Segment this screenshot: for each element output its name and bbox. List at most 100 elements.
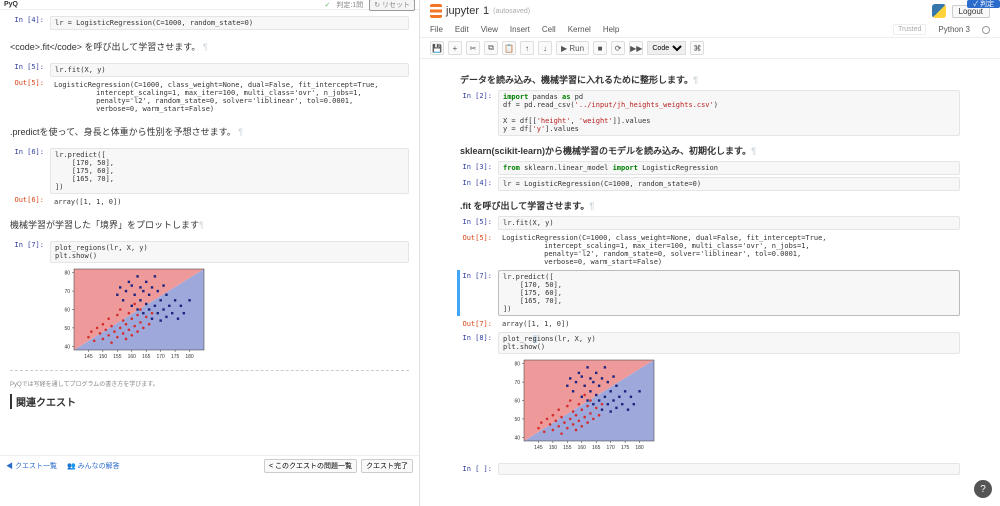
svg-text:160: 160 <box>578 445 587 451</box>
run-button[interactable]: ▶ Run <box>556 41 589 55</box>
save-button[interactable]: 💾 <box>430 41 444 55</box>
markdown-heading: データを読み込み、機械学習に入れるために整形します。¶ <box>460 73 960 86</box>
code-body[interactable] <box>498 463 960 475</box>
judge-button[interactable]: ✓ 判定 <box>967 0 1000 8</box>
menu-view[interactable]: View <box>481 25 498 34</box>
svg-text:40: 40 <box>64 344 70 350</box>
in-prompt: In [ ]: <box>460 463 498 475</box>
code-cell[interactable]: In [2]: import pandas as pd df = pd.read… <box>460 90 960 136</box>
code-body[interactable]: lr.predict([ [170, 50], [175, 60], [165,… <box>50 148 409 194</box>
code-body[interactable]: plot_regions(lr, X, y) plt.show() <box>50 241 409 263</box>
svg-text:155: 155 <box>113 354 122 360</box>
quest-list-link[interactable]: ◀ クエスト一覧 <box>6 461 57 471</box>
in-prompt: In [6]: <box>10 148 50 194</box>
out-prompt: Out[5]: <box>460 232 498 268</box>
prev-quest-button[interactable]: < このクエストの問題一覧 <box>264 459 357 473</box>
code-cell-selected[interactable]: In [7]: lr.predict([ [170, 50], [175, 60… <box>457 270 960 316</box>
reset-button[interactable]: ↻ リセット <box>369 0 415 11</box>
paste-button[interactable]: 📋 <box>502 41 516 55</box>
code-body[interactable]: lr = LogisticRegression(C=1000, random_s… <box>498 177 960 191</box>
plot-output: 1451501551601651701751804050607080 <box>56 267 206 362</box>
plot-output: 1451501551601651701751804050607080 <box>506 358 656 453</box>
menu-help[interactable]: Help <box>603 25 619 34</box>
in-prompt: In [7]: <box>460 270 498 316</box>
svg-text:70: 70 <box>514 380 520 386</box>
menu-cell[interactable]: Cell <box>542 25 556 34</box>
code-body[interactable]: lr.fit(X, y) <box>498 216 960 230</box>
svg-text:160: 160 <box>128 354 137 360</box>
jupyter-header: jupyter 1 (autosaved) Logout <box>420 0 1000 22</box>
code-body[interactable]: import pandas as pd df = pd.read_csv('..… <box>498 90 960 136</box>
svg-text:145: 145 <box>534 445 543 451</box>
out-prompt: Out[7]: <box>460 318 498 330</box>
pilcrow-icon: ¶ <box>238 127 243 137</box>
trusted-badge[interactable]: Trusted <box>893 24 926 35</box>
code-cell[interactable]: In [4]: lr = LogisticRegression(C=1000, … <box>10 16 409 30</box>
code-cell-empty[interactable]: In [ ]: <box>460 463 960 475</box>
menu-file[interactable]: File <box>430 25 443 34</box>
move-down-button[interactable]: ↓ <box>538 41 552 55</box>
run-all-button[interactable]: ▶▶ <box>629 41 643 55</box>
in-prompt: In [2]: <box>460 90 498 136</box>
code-body[interactable]: from sklearn.linear_model import Logisti… <box>498 161 960 175</box>
svg-text:155: 155 <box>563 445 572 451</box>
copy-button[interactable]: ⧉ <box>484 41 498 55</box>
code-body[interactable]: lr.fit(X, y) <box>50 63 409 77</box>
svg-text:165: 165 <box>142 354 151 360</box>
code-body[interactable]: lr = LogisticRegression(C=1000, random_s… <box>50 16 409 30</box>
code-cell[interactable]: In [6]: lr.predict([ [170, 50], [175, 60… <box>10 148 409 194</box>
menu-edit[interactable]: Edit <box>455 25 469 34</box>
code-cell[interactable]: In [8]: plot_regions(lr, X, y) plt.show(… <box>460 332 960 354</box>
pilcrow-icon: ¶ <box>589 201 594 211</box>
svg-text:180: 180 <box>635 445 644 451</box>
stop-button[interactable]: ■ <box>593 41 607 55</box>
brand-logo: PyQ <box>4 1 18 8</box>
code-cell[interactable]: In [7]: plot_regions(lr, X, y) plt.show(… <box>10 241 409 263</box>
pilcrow-icon: ¶ <box>693 75 698 85</box>
command-palette-button[interactable]: ⌘ <box>690 41 704 55</box>
markdown-text: .predictを使って、身長と体重から性別を予想させます。 ¶ <box>10 125 409 138</box>
divider <box>10 370 409 371</box>
svg-text:50: 50 <box>514 417 520 423</box>
markdown-text: <code>.fit</code> を呼び出して学習させます。 ¶ <box>10 40 409 53</box>
help-button[interactable]: ? <box>974 480 992 498</box>
move-up-button[interactable]: ↑ <box>520 41 534 55</box>
code-cell[interactable]: In [4]: lr = LogisticRegression(C=1000, … <box>460 177 960 191</box>
everyone-link[interactable]: 👥 みんなの解答 <box>67 461 120 471</box>
code-body[interactable]: plot_regions(lr, X, y) plt.show() <box>498 332 960 354</box>
output-body: LogisticRegression(C=1000, class_weight=… <box>50 79 409 115</box>
add-cell-button[interactable]: + <box>448 41 462 55</box>
svg-text:175: 175 <box>171 354 180 360</box>
toolbar: 💾 + ✂ ⧉ 📋 ↑ ↓ ▶ Run ■ ⟳ ▶▶ Code ⌘ <box>420 38 1000 59</box>
jupyter-brand: jupyter <box>446 5 479 17</box>
footnote: PyQでは写経を通してプログラムの書き方を学びます。 <box>10 379 409 388</box>
celltype-select[interactable]: Code <box>647 41 686 55</box>
code-cell[interactable]: In [5]: lr.fit(X, y) <box>460 216 960 230</box>
menu-insert[interactable]: Insert <box>510 25 530 34</box>
cut-button[interactable]: ✂ <box>466 41 480 55</box>
out-prompt: Out[5]: <box>10 79 50 115</box>
restart-button[interactable]: ⟳ <box>611 41 625 55</box>
pilcrow-icon: ¶ <box>203 42 208 52</box>
output-cell: Out[7]: array([1, 1, 0]) <box>460 318 960 330</box>
code-cell[interactable]: In [3]: from sklearn.linear_model import… <box>460 161 960 175</box>
output-cell: Out[5]: LogisticRegression(C=1000, class… <box>10 79 409 115</box>
out-prompt: Out[6]: <box>10 196 50 208</box>
svg-text:60: 60 <box>64 308 70 314</box>
bottom-bar: ◀ クエスト一覧 👥 みんなの解答 < このクエストの問題一覧 クエスト完了 <box>0 455 419 476</box>
svg-text:70: 70 <box>64 289 70 295</box>
quest-done-button[interactable]: クエスト完了 <box>361 459 413 473</box>
svg-text:60: 60 <box>514 399 520 405</box>
menu-kernel[interactable]: Kernel <box>568 25 591 34</box>
svg-text:180: 180 <box>185 354 194 360</box>
code-cell[interactable]: In [5]: lr.fit(X, y) <box>10 63 409 77</box>
autosave-label: (autosaved) <box>493 8 530 15</box>
svg-text:145: 145 <box>84 354 93 360</box>
code-body[interactable]: lr.predict([ [170, 50], [175, 60], [165,… <box>498 270 960 316</box>
output-body: LogisticRegression(C=1000, class_weight=… <box>498 232 960 268</box>
markdown-heading: sklearn(scikit-learn)から機械学習のモデルを読み込み、初期化… <box>460 144 960 157</box>
notebook-name[interactable]: 1 <box>483 5 489 17</box>
svg-text:40: 40 <box>514 435 520 441</box>
svg-text:150: 150 <box>549 445 558 451</box>
kernel-name[interactable]: Python 3 <box>938 25 970 34</box>
